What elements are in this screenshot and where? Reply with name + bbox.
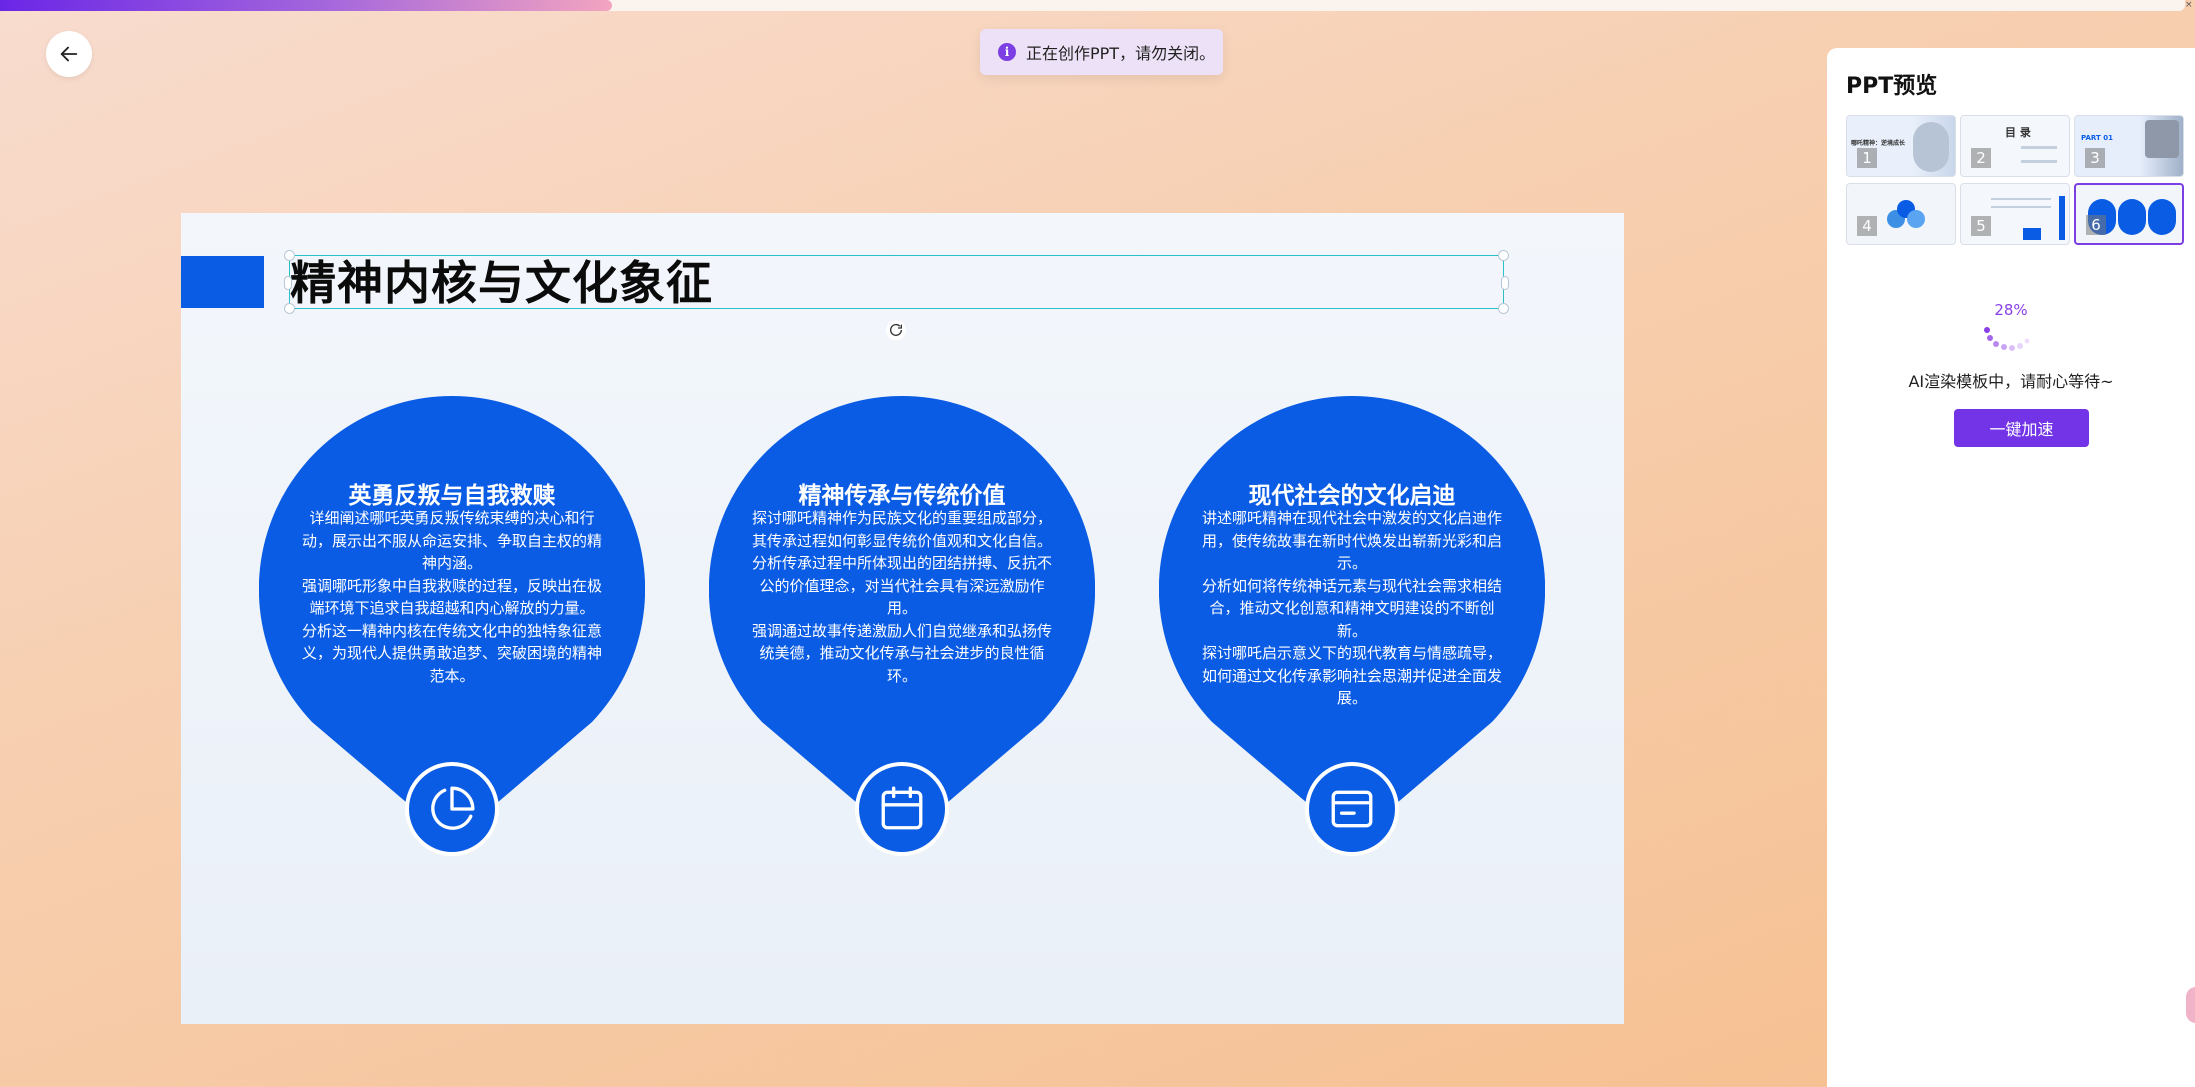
render-percent: 28% bbox=[1994, 301, 2028, 319]
card-2[interactable]: 精神传承与传统价值 探讨哪吒精神作为民族文化的重要组成部分，其传承过程如何彰显传… bbox=[709, 396, 1095, 886]
progress-track bbox=[0, 0, 2185, 11]
card-paragraph: 讲述哪吒精神在现代社会中激发的文化启迪作用，使传统故事在新时代焕发出崭新光彩和启… bbox=[1201, 509, 1502, 572]
slide-thumbnail[interactable]: 目 录 2 bbox=[1960, 115, 2070, 177]
card-icon-circle bbox=[405, 762, 499, 856]
back-button[interactable] bbox=[46, 31, 92, 77]
slide-thumbnail[interactable]: PART 01 3 bbox=[2074, 115, 2184, 177]
thumbnail-pin bbox=[2148, 199, 2176, 235]
slide-thumbnail[interactable]: 5 bbox=[1960, 183, 2070, 245]
thumbnail-image bbox=[1913, 122, 1949, 172]
resize-handle[interactable] bbox=[284, 303, 295, 314]
loading-spinner-icon bbox=[1984, 327, 2030, 351]
card-body: 探讨哪吒精神作为民族文化的重要组成部分，其传承过程如何彰显传统价值观和文化自信。… bbox=[751, 507, 1053, 687]
arrow-left-icon bbox=[60, 46, 78, 62]
floating-assistant-button[interactable] bbox=[2186, 987, 2195, 1023]
wait-text: AI渲染模板中，请耐心等待~ bbox=[1908, 372, 2114, 391]
card-paragraph: 分析传承过程中所体现出的团结拼搏、反抗不公的价值理念，对当代社会具有深远激励作用… bbox=[751, 554, 1052, 617]
close-icon[interactable]: × bbox=[2185, 0, 2195, 10]
rotate-icon bbox=[890, 323, 902, 336]
calendar-icon bbox=[881, 786, 923, 830]
toast-text: 正在创作PPT，请勿关闭。 bbox=[1026, 44, 1216, 63]
title-textbox[interactable]: 精神内核与文化象征 bbox=[284, 250, 1509, 314]
card-paragraph: 分析如何将传统神话元素与现代社会需求相结合，推动文化创意和精神文明建设的不断创新… bbox=[1201, 576, 1502, 640]
slide-title[interactable]: 精神内核与文化象征 bbox=[290, 256, 713, 310]
card-icon-circle bbox=[855, 762, 949, 856]
card-title: 精神传承与传统价值 bbox=[798, 483, 1006, 509]
status-toast: i 正在创作PPT，请勿关闭。 bbox=[980, 29, 1223, 75]
resize-handle[interactable] bbox=[1498, 250, 1509, 261]
thumbnail-bar bbox=[2023, 228, 2041, 240]
card-body: 讲述哪吒精神在现代社会中激发的文化启迪作用，使传统故事在新时代焕发出崭新光彩和启… bbox=[1201, 507, 1503, 710]
resize-handle[interactable] bbox=[284, 276, 292, 290]
thumbnail-circle bbox=[1907, 210, 1925, 228]
title-accent-bar bbox=[181, 256, 264, 308]
resize-handle[interactable] bbox=[284, 250, 295, 261]
card-1[interactable]: 英勇反叛与自我救赎 详细阐述哪吒英勇反叛传统束缚的决心和行动，展示出不服从命运安… bbox=[259, 396, 645, 886]
resize-handle[interactable] bbox=[1498, 303, 1509, 314]
thumbnail-caption: 目 录 bbox=[2005, 126, 2031, 139]
pie-chart-icon bbox=[431, 786, 475, 830]
slide-canvas[interactable]: 精神内核与文化象征 英勇反叛与自我救赎 详细阐述哪吒英勇反叛传统束缚的决心和行动… bbox=[181, 213, 1624, 1024]
slide-thumbnail-active[interactable]: 6 bbox=[2074, 183, 2184, 245]
thumbnail-pin bbox=[2118, 199, 2146, 235]
thumbnail-bar bbox=[2059, 196, 2065, 240]
ppt-preview-panel: PPT预览 哪吒精神：逆境成长 1 目 录 2 PART 01 3 4 5 6 … bbox=[1827, 48, 2195, 1087]
progress-fill bbox=[0, 0, 612, 11]
card-paragraph: 探讨哪吒精神作为民族文化的重要组成部分，其传承过程如何彰显传统价值观和文化自信。 bbox=[751, 509, 1052, 550]
thumbnail-number: 6 bbox=[2086, 215, 2106, 235]
slide-thumbnail[interactable]: 4 bbox=[1846, 183, 1956, 245]
thumbnail-line bbox=[2021, 146, 2057, 149]
resize-handle[interactable] bbox=[1501, 276, 1509, 290]
thumbnail-number: 3 bbox=[2085, 148, 2105, 168]
card-body: 详细阐述哪吒英勇反叛传统束缚的决心和行动，展示出不服从命运安排、争取自主权的精神… bbox=[301, 507, 603, 687]
thumbnail-caption: PART 01 bbox=[2081, 134, 2113, 142]
rotate-handle[interactable] bbox=[886, 320, 906, 340]
card-paragraph: 强调通过故事传递激励人们自觉继承和弘扬传统美德，推动文化传承与社会进步的良性循环… bbox=[751, 621, 1052, 685]
thumbnail-number: 5 bbox=[1971, 216, 1991, 236]
thumbnail-number: 4 bbox=[1857, 216, 1877, 236]
thumbnail-line bbox=[1991, 206, 2051, 208]
card-paragraph: 探讨哪吒启示意义下的现代教育与情感疏导，如何通过文化传承影响社会思潮并促进全面发… bbox=[1201, 644, 1502, 707]
thumbnail-line bbox=[1991, 198, 2051, 200]
card-title: 英勇反叛与自我救赎 bbox=[348, 483, 556, 509]
info-icon: i bbox=[998, 43, 1016, 61]
card-paragraph: 分析这一精神内核在传统文化中的独特象征意义，为现代人提供勇敢追梦、突破困境的精神… bbox=[301, 621, 602, 685]
card-paragraph: 强调哪吒形象中自我救赎的过程，反映出在极端环境下追求自我超越和内心解放的力量。 bbox=[301, 576, 602, 618]
thumbnail-number: 1 bbox=[1857, 148, 1877, 168]
card-paragraph: 详细阐述哪吒英勇反叛传统束缚的决心和行动，展示出不服从命运安排、争取自主权的精神… bbox=[301, 509, 602, 572]
thumbnail-image bbox=[2145, 120, 2179, 158]
panel-title: PPT预览 bbox=[1846, 74, 1938, 99]
card-icon-circle bbox=[1305, 762, 1399, 856]
thumbnail-caption: 哪吒精神：逆境成长 bbox=[1851, 140, 1906, 147]
thumbnail-number: 2 bbox=[1971, 148, 1991, 168]
thumbnail-line bbox=[2021, 160, 2057, 163]
card-3[interactable]: 现代社会的文化启迪 讲述哪吒精神在现代社会中激发的文化启迪作用，使传统故事在新时… bbox=[1159, 396, 1545, 886]
card-title: 现代社会的文化启迪 bbox=[1248, 483, 1456, 509]
slide-thumbnail[interactable]: 哪吒精神：逆境成长 1 bbox=[1846, 115, 1956, 177]
speed-up-button[interactable]: 一键加速 bbox=[1954, 409, 2089, 447]
card-icon bbox=[1331, 790, 1373, 828]
